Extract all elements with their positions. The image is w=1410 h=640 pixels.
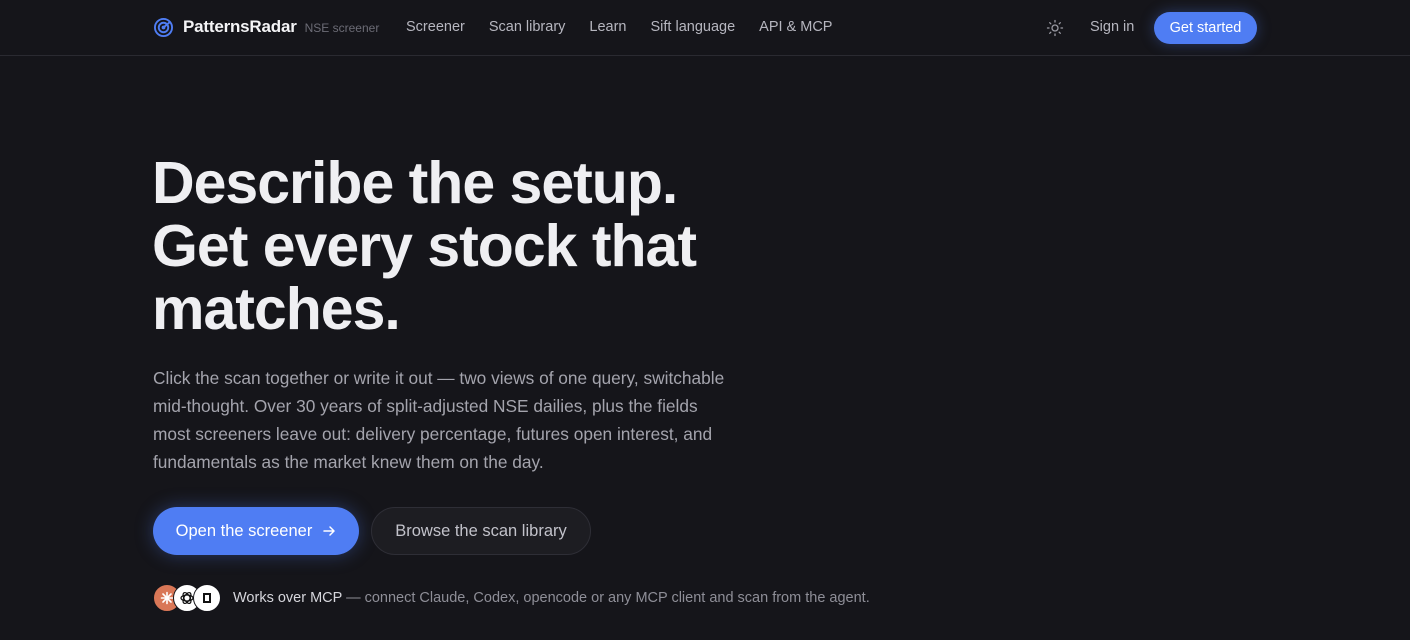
headline-line-3: matches. [152, 276, 401, 342]
brand-tag: NSE screener [304, 20, 380, 35]
nav-link-api-mcp[interactable]: API & MCP [759, 19, 832, 35]
headline-line-2: Get every stock that [152, 213, 697, 279]
top-nav: PatternsRadar NSE screener Screener Scan… [0, 0, 1410, 56]
hero-headline: Describe the setup. Get every stock that… [152, 152, 792, 341]
mcp-description: Works over MCP — connect Claude, Codex, … [233, 590, 870, 606]
browse-scan-library-button[interactable]: Browse the scan library [371, 507, 591, 555]
arrow-right-icon [323, 526, 336, 536]
radar-logo-icon [154, 17, 173, 37]
brand-name: PatternsRadar [183, 17, 297, 36]
nav-link-screener[interactable]: Screener [406, 19, 465, 35]
brand[interactable]: PatternsRadar NSE screener [154, 17, 379, 37]
get-started-button[interactable]: Get started [1154, 12, 1257, 44]
headline-line-1: Describe the setup. [152, 150, 678, 216]
opencode-icon [193, 584, 221, 612]
hero-lede: Click the scan together or write it out … [153, 368, 725, 472]
mcp-note: Works over MCP — connect Claude, Codex, … [153, 584, 870, 612]
open-screener-label: Open the screener [175, 521, 313, 540]
primary-nav: Screener Scan library Learn Sift languag… [406, 19, 856, 35]
nav-link-scan-library[interactable]: Scan library [489, 19, 566, 35]
mcp-strong-text: Works over MCP [233, 590, 343, 606]
open-screener-button[interactable]: Open the screener [153, 507, 359, 555]
mcp-rest-text: — connect Claude, Codex, opencode or any… [342, 590, 870, 606]
nav-link-learn[interactable]: Learn [589, 19, 626, 35]
sign-in-link[interactable]: Sign in [1090, 19, 1134, 35]
mcp-client-logos [153, 584, 223, 612]
sun-icon[interactable] [1046, 19, 1064, 37]
nav-link-sift-language[interactable]: Sift language [651, 19, 736, 35]
